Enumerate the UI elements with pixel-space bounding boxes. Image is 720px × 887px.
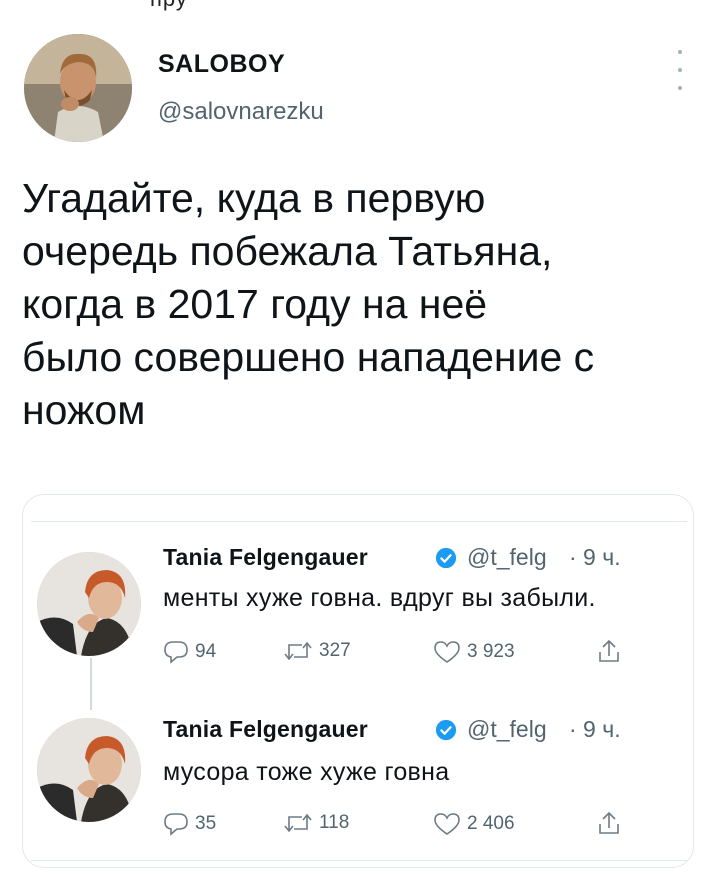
retweet-button[interactable]: 327 [283, 640, 351, 662]
quoted-avatar-image [37, 718, 141, 822]
share-button[interactable] [597, 638, 621, 664]
quoted-author-name[interactable]: Tania Felgengauer [163, 716, 368, 743]
like-count: 2 406 [467, 813, 515, 834]
like-button[interactable]: 2 406 [433, 812, 515, 836]
quoted-author-avatar[interactable] [37, 552, 141, 656]
reply-icon [164, 641, 188, 664]
quoted-author-handle[interactable]: @t_felg [467, 716, 547, 743]
tweet-text: Угадайте, куда в первую очередь побежала… [22, 175, 595, 433]
thread-connector-line [90, 658, 92, 710]
quoted-avatar-image [37, 552, 141, 656]
like-count: 3 923 [467, 641, 515, 662]
share-icon [599, 811, 619, 834]
retweet-count: 118 [319, 812, 350, 833]
retweet-icon [284, 813, 312, 833]
retweet-icon [284, 641, 312, 661]
quoted-tweet-text: менты хуже говна. вдруг вы забыли. [163, 584, 596, 612]
reply-icon [164, 813, 188, 836]
quoted-thread: Tania Felgengauer @t_felg · 9 ч. менты х… [31, 521, 687, 861]
quoted-timestamp[interactable]: · 9 ч. [569, 544, 621, 571]
heart-icon [434, 641, 460, 663]
reply-button[interactable]: 35 [163, 812, 216, 836]
previous-tweet-fragment: пру [150, 0, 188, 12]
quoted-author-avatar[interactable] [37, 718, 141, 822]
author-avatar[interactable] [24, 34, 132, 142]
more-vertical-icon[interactable] [672, 50, 688, 90]
like-button[interactable]: 3 923 [433, 640, 515, 664]
heart-icon [434, 813, 460, 835]
author-avatar-image [24, 34, 132, 142]
verified-badge-icon [435, 719, 457, 741]
retweet-button[interactable]: 118 [283, 812, 349, 834]
quoted-author-handle[interactable]: @t_felg [467, 544, 547, 571]
quoted-timestamp[interactable]: · 9 ч. [569, 716, 621, 743]
reply-count: 35 [195, 813, 217, 834]
quoted-tweet-card[interactable]: Tania Felgengauer @t_felg · 9 ч. менты х… [22, 494, 694, 868]
reply-button[interactable]: 94 [163, 640, 216, 664]
quoted-tweet-text: мусора тоже хуже говна [163, 758, 450, 786]
retweet-count: 327 [319, 640, 351, 661]
quoted-author-name[interactable]: Tania Felgengauer [163, 544, 368, 571]
author-name[interactable]: SALOBOY [158, 50, 285, 79]
verified-badge-icon [435, 547, 457, 569]
share-icon [599, 639, 619, 662]
author-handle[interactable]: @salovnarezku [158, 98, 324, 126]
reply-count: 94 [195, 641, 217, 662]
share-button[interactable] [597, 810, 621, 836]
